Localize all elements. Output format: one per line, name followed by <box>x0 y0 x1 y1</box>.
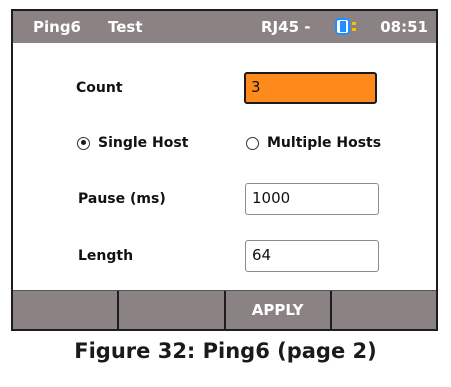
multiple-hosts-radio[interactable]: Multiple Hosts <box>246 135 381 151</box>
clock: 08:51 <box>380 18 428 36</box>
pause-field[interactable]: 1000 <box>245 183 379 215</box>
softkey-bar: APPLY <box>13 290 436 329</box>
battery-icon <box>335 18 356 35</box>
single-host-radio[interactable]: Single Host <box>77 135 188 151</box>
device-screen: Ping6 Test RJ45 - 08:51 Count 3 Single H… <box>11 9 438 331</box>
mode-label: Test <box>108 18 143 36</box>
port-label: RJ45 - <box>261 18 311 36</box>
pause-label: Pause (ms) <box>78 191 166 207</box>
length-label: Length <box>78 248 134 264</box>
softkey-2[interactable] <box>119 291 226 329</box>
single-host-label: Single Host <box>98 135 189 151</box>
count-label: Count <box>76 80 123 96</box>
app-title: Ping6 <box>33 18 81 36</box>
radio-checked-icon <box>77 136 90 150</box>
softkey-4[interactable] <box>332 291 436 329</box>
figure-caption: Figure 32: Ping6 (page 2) <box>74 339 377 363</box>
count-field[interactable]: 3 <box>244 72 377 104</box>
length-field[interactable]: 64 <box>245 240 379 272</box>
radio-unchecked-icon <box>246 136 259 150</box>
apply-button[interactable]: APPLY <box>226 291 332 329</box>
multiple-hosts-label: Multiple Hosts <box>267 135 382 151</box>
softkey-1[interactable] <box>13 291 120 329</box>
header-bar: Ping6 Test RJ45 - 08:51 <box>13 11 436 43</box>
